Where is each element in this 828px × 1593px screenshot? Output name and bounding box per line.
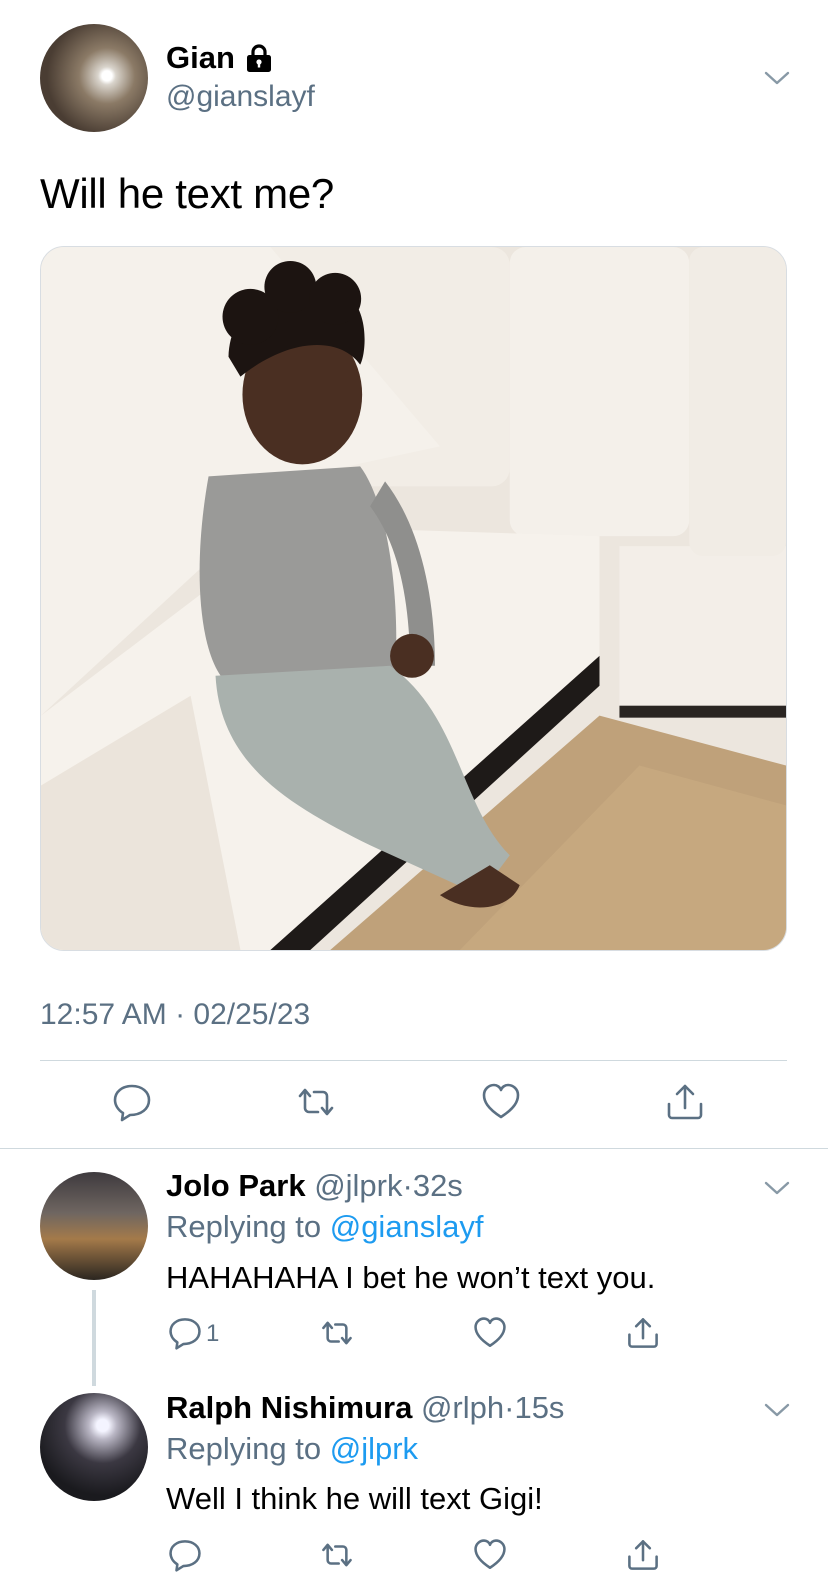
chevron-down-icon[interactable] <box>764 1180 790 1196</box>
share-icon[interactable] <box>626 1316 660 1350</box>
reply-text: HAHAHAHA I bet he won’t text you. <box>166 1260 656 1295</box>
chevron-down-icon[interactable] <box>764 1402 790 1418</box>
reply-icon[interactable] <box>168 1316 202 1350</box>
tweet-text: Will he text me? <box>40 170 334 217</box>
reply-count: 1 <box>206 1320 220 1347</box>
retweet-icon[interactable] <box>296 1082 336 1122</box>
divider <box>40 1060 787 1061</box>
reply-age[interactable]: 32s <box>413 1168 463 1203</box>
chevron-down-icon[interactable] <box>764 70 790 86</box>
like-icon[interactable] <box>481 1082 521 1122</box>
reply-handle[interactable]: @jlprk <box>314 1168 402 1203</box>
meta-separator: · <box>402 1168 413 1203</box>
reply-display-name[interactable]: Jolo Park <box>166 1168 306 1203</box>
tweet-photo[interactable] <box>40 246 787 951</box>
replying-label: Replying to <box>166 1431 322 1466</box>
reply-display-name[interactable]: Ralph Nishimura <box>166 1390 412 1425</box>
reply-text: Well I think he will text Gigi! <box>166 1481 543 1516</box>
meta-separator: · <box>504 1390 515 1425</box>
replying-to-mention[interactable]: @jlprk <box>330 1431 418 1466</box>
reply-icon[interactable] <box>112 1082 152 1122</box>
share-icon[interactable] <box>626 1538 660 1572</box>
replying-label: Replying to <box>166 1209 322 1244</box>
share-icon[interactable] <box>665 1082 705 1122</box>
author-name-row: Gian <box>166 40 273 76</box>
retweet-icon[interactable] <box>320 1538 354 1572</box>
tweet-timestamp[interactable]: 12:57 AM · 02/25/23 <box>40 998 310 1032</box>
reply-header: Jolo Park @jlprk·32s <box>166 1168 463 1204</box>
reply-handle[interactable]: @rlph <box>421 1390 504 1425</box>
like-icon[interactable] <box>473 1538 507 1572</box>
like-icon[interactable] <box>473 1316 507 1350</box>
reply-avatar[interactable] <box>40 1393 148 1501</box>
thread-connector <box>92 1290 96 1386</box>
author-handle[interactable]: @gianslayf <box>166 80 315 114</box>
reply-avatar[interactable] <box>40 1172 148 1280</box>
retweet-icon[interactable] <box>320 1316 354 1350</box>
lock-icon <box>245 43 273 73</box>
author-display-name[interactable]: Gian <box>166 40 235 76</box>
section-divider <box>0 1148 828 1149</box>
reply-header: Ralph Nishimura @rlph·15s <box>166 1390 564 1426</box>
replying-to-line: Replying to @gianslayf <box>166 1209 484 1245</box>
replying-to-line: Replying to @jlprk <box>166 1431 418 1467</box>
replying-to-mention[interactable]: @gianslayf <box>330 1209 484 1244</box>
author-avatar[interactable] <box>40 24 148 132</box>
reply-icon[interactable] <box>168 1538 202 1572</box>
reply-age[interactable]: 15s <box>514 1390 564 1425</box>
